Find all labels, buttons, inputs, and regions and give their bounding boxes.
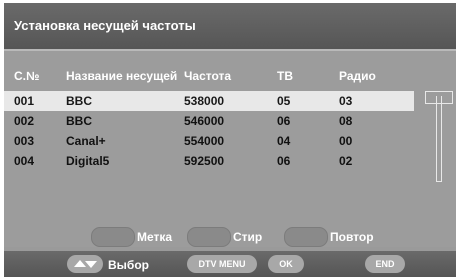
column-header-tv: ТВ: [277, 69, 293, 83]
table-row[interactable]: 002 BBC 546000 06 08: [4, 111, 414, 131]
ok-button[interactable]: OK: [268, 255, 304, 273]
scrollbar-thumb[interactable]: [425, 91, 453, 104]
row-number: 003: [14, 134, 35, 148]
colour-key-bar: Метка Стир Повтор: [4, 223, 456, 249]
row-carrier-name: BBC: [66, 94, 92, 108]
bottom-key-bar: Выбор DTV MENU OK END: [4, 251, 456, 277]
page-title: Установка несущей частоты: [14, 18, 196, 33]
row-frequency: 546000: [184, 114, 225, 128]
column-header-radio: Радио: [339, 69, 376, 83]
repeat-key-label: Повтор: [330, 230, 374, 244]
delete-key-label: Стир: [233, 230, 263, 244]
end-button[interactable]: END: [365, 255, 405, 273]
row-frequency: 538000: [184, 94, 225, 108]
row-tv-count: 05: [277, 94, 291, 108]
mark-key-label: Метка: [137, 230, 173, 244]
scrollbar-track[interactable]: [436, 96, 442, 182]
row-radio-count: 00: [339, 134, 353, 148]
row-frequency: 592500: [184, 154, 225, 168]
row-tv-count: 06: [277, 114, 291, 128]
table-row[interactable]: 003 Canal+ 554000 04 00: [4, 131, 414, 151]
dtv-menu-button[interactable]: DTV MENU: [187, 255, 257, 273]
row-radio-count: 03: [339, 94, 353, 108]
row-radio-count: 08: [339, 114, 353, 128]
row-carrier-name: Digital5: [66, 154, 110, 168]
tv-menu-screen: Установка несущей частоты C.№ Название н…: [4, 3, 456, 277]
column-header-number: C.№: [14, 69, 40, 83]
row-tv-count: 04: [277, 134, 291, 148]
carrier-table-panel: C.№ Название несущей Частота ТВ Радио 00…: [4, 51, 456, 247]
row-number: 002: [14, 114, 35, 128]
repeat-key-button[interactable]: [284, 227, 328, 247]
mark-key-button[interactable]: [91, 227, 135, 247]
row-frequency: 554000: [184, 134, 225, 148]
row-radio-count: 02: [339, 154, 353, 168]
up-down-arrow-icon: [74, 260, 97, 268]
table-row[interactable]: 001 BBC 538000 05 03: [4, 91, 414, 111]
row-number: 004: [14, 154, 35, 168]
row-tv-count: 06: [277, 154, 291, 168]
delete-key-button[interactable]: [187, 227, 231, 247]
table-row[interactable]: 004 Digital5 592500 06 02: [4, 151, 414, 171]
row-carrier-name: Canal+: [66, 134, 106, 148]
title-bar: Установка несущей частоты: [4, 3, 456, 51]
row-carrier-name: BBC: [66, 114, 92, 128]
up-down-arrow-button[interactable]: [67, 255, 103, 273]
row-number: 001: [14, 94, 35, 108]
select-label: Выбор: [108, 258, 149, 272]
column-header-frequency: Частота: [184, 69, 232, 83]
column-header-carrier-name: Название несущей: [66, 69, 178, 83]
